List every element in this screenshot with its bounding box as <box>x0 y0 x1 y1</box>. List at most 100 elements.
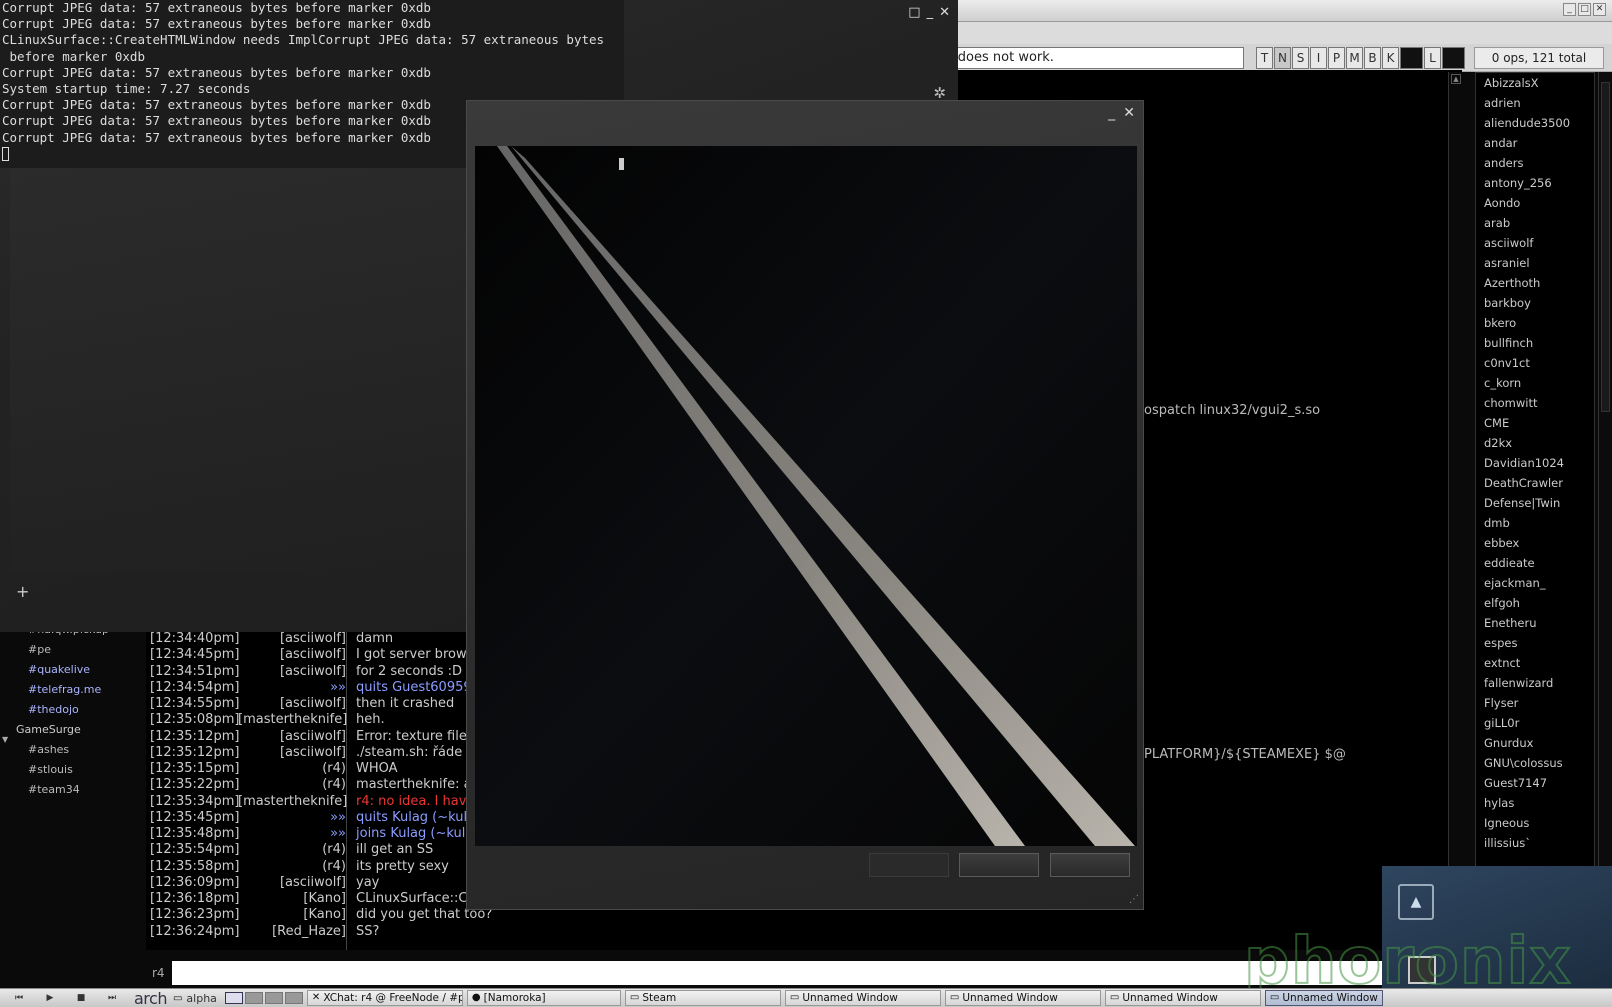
message-nick[interactable]: [asciiwolf] <box>238 696 346 711</box>
user-list-item[interactable]: Azerthoth <box>1476 273 1594 293</box>
user-list-item[interactable]: GNU\colossus <box>1476 753 1594 773</box>
user-list-item[interactable]: barkboy <box>1476 293 1594 313</box>
message-nick[interactable]: »» <box>238 826 346 841</box>
user-list-item[interactable]: anders <box>1476 153 1594 173</box>
close-icon[interactable]: ✕ <box>939 5 950 20</box>
mode-button[interactable]: B <box>1364 47 1381 69</box>
pager-desktop-1[interactable] <box>224 992 243 1004</box>
message-nick[interactable]: [asciiwolf] <box>238 745 346 760</box>
pager-desktop-2[interactable] <box>244 992 263 1004</box>
previous-icon[interactable]: ⏮ <box>7 991 31 1005</box>
user-list-item[interactable]: Guest7147 <box>1476 773 1594 793</box>
mode-button[interactable]: I <box>1310 47 1327 69</box>
xchat-titlebar[interactable]: _ □ ✕ <box>930 0 1612 22</box>
mode-button[interactable] <box>1442 47 1465 69</box>
minimize-icon[interactable]: _ <box>1108 105 1115 121</box>
user-list-item[interactable]: Gnurdux <box>1476 733 1594 753</box>
maximize-icon[interactable]: □ <box>908 5 920 20</box>
mode-button[interactable]: S <box>1292 47 1309 69</box>
maximize-icon[interactable]: □ <box>1578 3 1591 16</box>
taskbar-task[interactable]: ▭ Unnamed Window <box>944 990 1101 1006</box>
mode-button[interactable]: T <box>1256 47 1273 69</box>
message-nick[interactable]: (r4) <box>238 842 346 857</box>
user-list-item[interactable]: illissius` <box>1476 833 1594 853</box>
user-list-item[interactable]: ebbex <box>1476 533 1594 553</box>
message-nick[interactable]: (r4) <box>238 761 346 776</box>
channel-item[interactable]: #team34 <box>28 783 80 796</box>
taskbar-task[interactable]: ▭ Unnamed Window <box>784 990 941 1006</box>
user-list-item[interactable]: Igneous <box>1476 813 1594 833</box>
user-list-item[interactable]: hylas <box>1476 793 1594 813</box>
add-icon[interactable]: + <box>16 582 29 601</box>
user-list-item[interactable]: fallenwizard <box>1476 673 1594 693</box>
channel-item[interactable]: #telefrag.me <box>28 683 101 696</box>
user-list-item[interactable]: d2kx <box>1476 433 1594 453</box>
message-nick[interactable]: (r4) <box>238 777 346 792</box>
user-list-item[interactable]: ejackman_ <box>1476 573 1594 593</box>
channel-item[interactable]: #quakelive <box>28 663 90 676</box>
minimize-icon[interactable]: _ <box>1563 3 1576 16</box>
channel-item[interactable]: #thedojo <box>28 703 79 716</box>
input-nick[interactable]: r4 <box>152 966 165 980</box>
user-list-item[interactable]: dmb <box>1476 513 1594 533</box>
next-icon[interactable]: ⏭ <box>100 991 124 1005</box>
taskbar-task[interactable]: ▭ Unnamed Window <box>1104 990 1261 1006</box>
message-nick[interactable]: [Kano] <box>238 891 346 906</box>
mode-button[interactable]: K <box>1382 47 1399 69</box>
taskbar-task[interactable]: ✕ XChat: r4 @ FreeNode / #p... <box>306 990 463 1006</box>
pager-desktop-3[interactable] <box>264 992 283 1004</box>
user-list-item[interactable]: bkero <box>1476 313 1594 333</box>
user-list-item[interactable]: asraniel <box>1476 253 1594 273</box>
user-list-item[interactable]: Defense|Twin <box>1476 493 1594 513</box>
chat-scrollbar[interactable]: ▲ <box>1448 72 1462 952</box>
user-list-item[interactable]: Flyser <box>1476 693 1594 713</box>
message-nick[interactable]: [asciiwolf] <box>238 729 346 744</box>
message-nick[interactable]: [Kano] <box>238 907 346 922</box>
message-nick[interactable]: »» <box>238 680 346 695</box>
user-list-item[interactable]: bullfinch <box>1476 333 1594 353</box>
mode-button[interactable] <box>1400 47 1423 69</box>
mode-button[interactable]: N <box>1274 47 1291 69</box>
user-list-item[interactable]: asciiwolf <box>1476 233 1594 253</box>
user-list-item[interactable]: chomwitt <box>1476 393 1594 413</box>
message-nick[interactable]: (r4) <box>238 859 346 874</box>
topic-field[interactable]: m does not work. <box>938 47 1244 69</box>
scroll-up-icon[interactable]: ▲ <box>1451 74 1461 84</box>
mode-button[interactable]: L <box>1424 47 1441 69</box>
user-list-item[interactable]: DeathCrawler <box>1476 473 1594 493</box>
user-list-item[interactable]: Davidian1024 <box>1476 453 1594 473</box>
close-icon[interactable]: ✕ <box>1593 3 1606 16</box>
user-list-item[interactable]: Enetheru <box>1476 613 1594 633</box>
channel-item[interactable]: #ashes <box>28 743 69 756</box>
arch-logo[interactable]: arch <box>134 990 167 1007</box>
dialog-button-1[interactable] <box>869 853 949 877</box>
eject-icon[interactable]: ▲ <box>1398 884 1434 920</box>
user-list-item[interactable]: espes <box>1476 633 1594 653</box>
mode-button[interactable]: P <box>1328 47 1345 69</box>
network-item[interactable]: GameSurge <box>16 723 81 736</box>
user-list-item[interactable]: adrien <box>1476 93 1594 113</box>
user-list-item[interactable]: antony_256 <box>1476 173 1594 193</box>
message-nick[interactable]: [Red_Haze] <box>238 924 346 939</box>
stop-icon[interactable]: ■ <box>69 991 93 1005</box>
message-nick[interactable]: [asciiwolf] <box>238 647 346 662</box>
taskbar-task[interactable]: ▭ Unnamed Window <box>1264 990 1383 1006</box>
user-list-item[interactable]: aliendude3500 <box>1476 113 1594 133</box>
message-nick[interactable]: [asciiwolf] <box>238 631 346 646</box>
dialog-button-3[interactable] <box>1050 853 1130 877</box>
user-list-item[interactable]: c_korn <box>1476 373 1594 393</box>
message-nick[interactable]: [asciiwolf] <box>238 664 346 679</box>
message-nick[interactable]: [mastertheknife] <box>238 794 347 809</box>
resize-grip-icon[interactable]: ⋰ <box>1129 894 1139 905</box>
user-list-item[interactable]: andar <box>1476 133 1594 153</box>
close-icon[interactable]: ✕ <box>1123 105 1135 121</box>
user-list-scrollbar[interactable] <box>1598 72 1612 870</box>
channel-item[interactable]: #stlouis <box>28 763 73 776</box>
user-list-item[interactable]: elfgoh <box>1476 593 1594 613</box>
minimize-icon[interactable]: _ <box>927 5 934 20</box>
user-list-item[interactable]: c0nv1ct <box>1476 353 1594 373</box>
user-list-item[interactable]: CME <box>1476 413 1594 433</box>
message-nick[interactable]: [mastertheknife] <box>238 712 347 727</box>
taskbar-task[interactable]: ● [Namoroka] <box>466 990 621 1006</box>
mode-button[interactable]: M <box>1346 47 1363 69</box>
